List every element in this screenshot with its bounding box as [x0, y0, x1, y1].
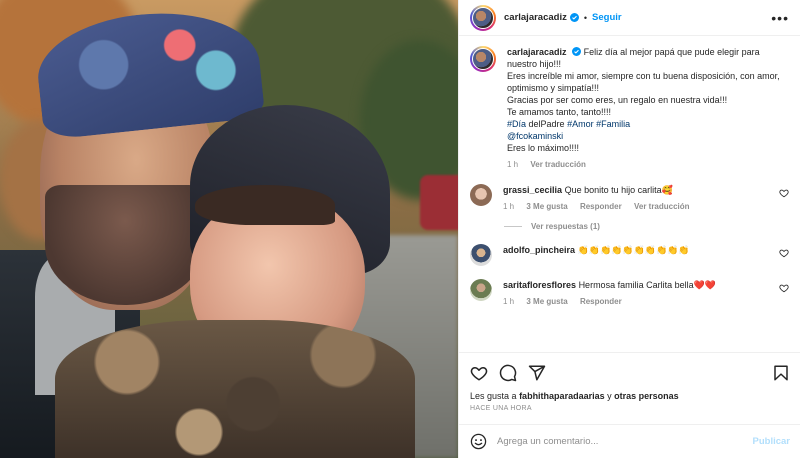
- comment-item: saritafloresflores Hermosa familia Carli…: [470, 279, 789, 308]
- comment-likes[interactable]: 3 Me gusta: [526, 297, 567, 306]
- save-bookmark-icon[interactable]: [772, 364, 790, 382]
- post-side-panel: carlajaracadiz • Seguir ••• carlajaracad…: [458, 0, 800, 458]
- replies-divider-line: [504, 226, 522, 227]
- comment-text: Que bonito tu hijo carlita🥰: [564, 185, 673, 195]
- likes-connector: y: [607, 391, 612, 401]
- separator-dot: •: [583, 12, 588, 23]
- comment-body: grassi_cecilia Que bonito tu hijo carlit…: [503, 184, 789, 213]
- hashtag-link[interactable]: #Día: [507, 119, 526, 129]
- author-username[interactable]: carlajaracadiz: [504, 12, 567, 23]
- mention-link[interactable]: @fcokaminski: [507, 131, 563, 141]
- commenter-username[interactable]: grassi_cecilia: [503, 185, 562, 195]
- comment-meta: 1 h 3 Me gusta Responder Ver traducción: [503, 201, 789, 213]
- caption-text-line: Eres increíble mi amor, siempre con tu b…: [507, 71, 780, 93]
- author-avatar[interactable]: [470, 4, 496, 31]
- commenter-username[interactable]: adolfo_pincheira: [503, 245, 575, 255]
- publish-button[interactable]: Publicar: [753, 436, 791, 447]
- caption-text: delPadre: [528, 119, 565, 129]
- comment-text: Hermosa familia Carlita bella❤️❤️: [578, 280, 717, 290]
- verified-badge-icon: [572, 47, 582, 56]
- post-actions: Les gusta a fabhithaparadaarias y otras …: [459, 352, 800, 412]
- caption-author-username[interactable]: carlajaracadiz: [507, 47, 567, 57]
- comment-time: 1 h: [503, 202, 515, 211]
- caption-body: carlajaracadiz Feliz día al mejor papá q…: [507, 46, 789, 171]
- caption-author-avatar[interactable]: [470, 46, 496, 72]
- commenter-avatar[interactable]: [470, 279, 492, 301]
- comment-body: saritafloresflores Hermosa familia Carli…: [503, 279, 789, 308]
- caption-text-line: Te amamos tanto, tanto!!!!: [507, 107, 612, 117]
- comment-item: adolfo_pincheira 👏👏👏👏👏👏👏👏👏👏: [470, 244, 789, 266]
- caption-time: 1 h: [507, 160, 519, 169]
- caption-text-line: Eres lo máximo!!!!: [507, 143, 580, 153]
- comment-item: grassi_cecilia Que bonito tu hijo carlit…: [470, 184, 789, 213]
- background-car: [420, 175, 458, 230]
- post-header: carlajaracadiz • Seguir •••: [459, 0, 800, 36]
- liker-username[interactable]: fabhithaparadaarias: [519, 391, 605, 401]
- follow-button[interactable]: Seguir: [592, 12, 622, 23]
- like-heart-icon[interactable]: [470, 364, 488, 382]
- post-timestamp: HACE UNA HORA: [470, 405, 532, 412]
- hashtag-link[interactable]: #Amor: [567, 119, 594, 129]
- emoji-picker-icon[interactable]: [470, 433, 487, 450]
- dad-beard: [45, 185, 205, 305]
- other-likers-link[interactable]: otras personas: [614, 391, 679, 401]
- comment-likes[interactable]: 3 Me gusta: [526, 202, 567, 211]
- comment-text: 👏👏👏👏👏👏👏👏👏👏: [577, 245, 690, 255]
- like-comment-heart-icon[interactable]: [779, 248, 789, 258]
- comment-meta: 1 h 3 Me gusta Responder: [503, 296, 789, 308]
- comment-time: 1 h: [503, 297, 515, 306]
- comments-scroll-area[interactable]: carlajaracadiz Feliz día al mejor papá q…: [459, 36, 800, 352]
- view-replies-button[interactable]: Ver respuestas (1): [504, 222, 789, 231]
- like-comment-heart-icon[interactable]: [779, 188, 789, 198]
- hashtag-link[interactable]: #Familia: [596, 119, 630, 129]
- like-comment-heart-icon[interactable]: [779, 283, 789, 293]
- commenter-avatar[interactable]: [470, 244, 492, 266]
- reply-button[interactable]: Responder: [580, 297, 622, 306]
- share-paper-plane-icon[interactable]: [528, 364, 546, 382]
- add-comment-bar: Publicar: [459, 424, 800, 458]
- comment-body: adolfo_pincheira 👏👏👏👏👏👏👏👏👏👏: [503, 244, 789, 256]
- instagram-post-modal: carlajaracadiz • Seguir ••• carlajaracad…: [0, 0, 800, 458]
- comment-bubble-icon[interactable]: [499, 364, 517, 382]
- comment-input[interactable]: [497, 436, 753, 447]
- reply-button[interactable]: Responder: [580, 202, 622, 211]
- boy-hair: [195, 185, 335, 225]
- post-caption: carlajaracadiz Feliz día al mejor papá q…: [470, 46, 789, 171]
- verified-badge-icon: [569, 13, 579, 22]
- see-translation-button[interactable]: Ver traducción: [530, 160, 586, 169]
- caption-meta: 1 h Ver traducción: [507, 159, 789, 171]
- boy-camo-jacket: [55, 320, 415, 458]
- view-replies-label: Ver respuestas (1): [531, 222, 600, 231]
- commenter-username[interactable]: saritafloresflores: [503, 280, 576, 290]
- commenter-avatar[interactable]: [470, 184, 492, 206]
- see-translation-button[interactable]: Ver traducción: [634, 202, 690, 211]
- more-options-icon[interactable]: •••: [771, 11, 789, 25]
- likes-prefix: Les gusta a: [470, 391, 517, 401]
- likes-summary: Les gusta a fabhithaparadaarias y otras …: [470, 391, 790, 401]
- post-photo[interactable]: [0, 0, 458, 458]
- action-icons-row: [470, 361, 790, 385]
- caption-text-line: Gracias por ser como eres, un regalo en …: [507, 95, 728, 105]
